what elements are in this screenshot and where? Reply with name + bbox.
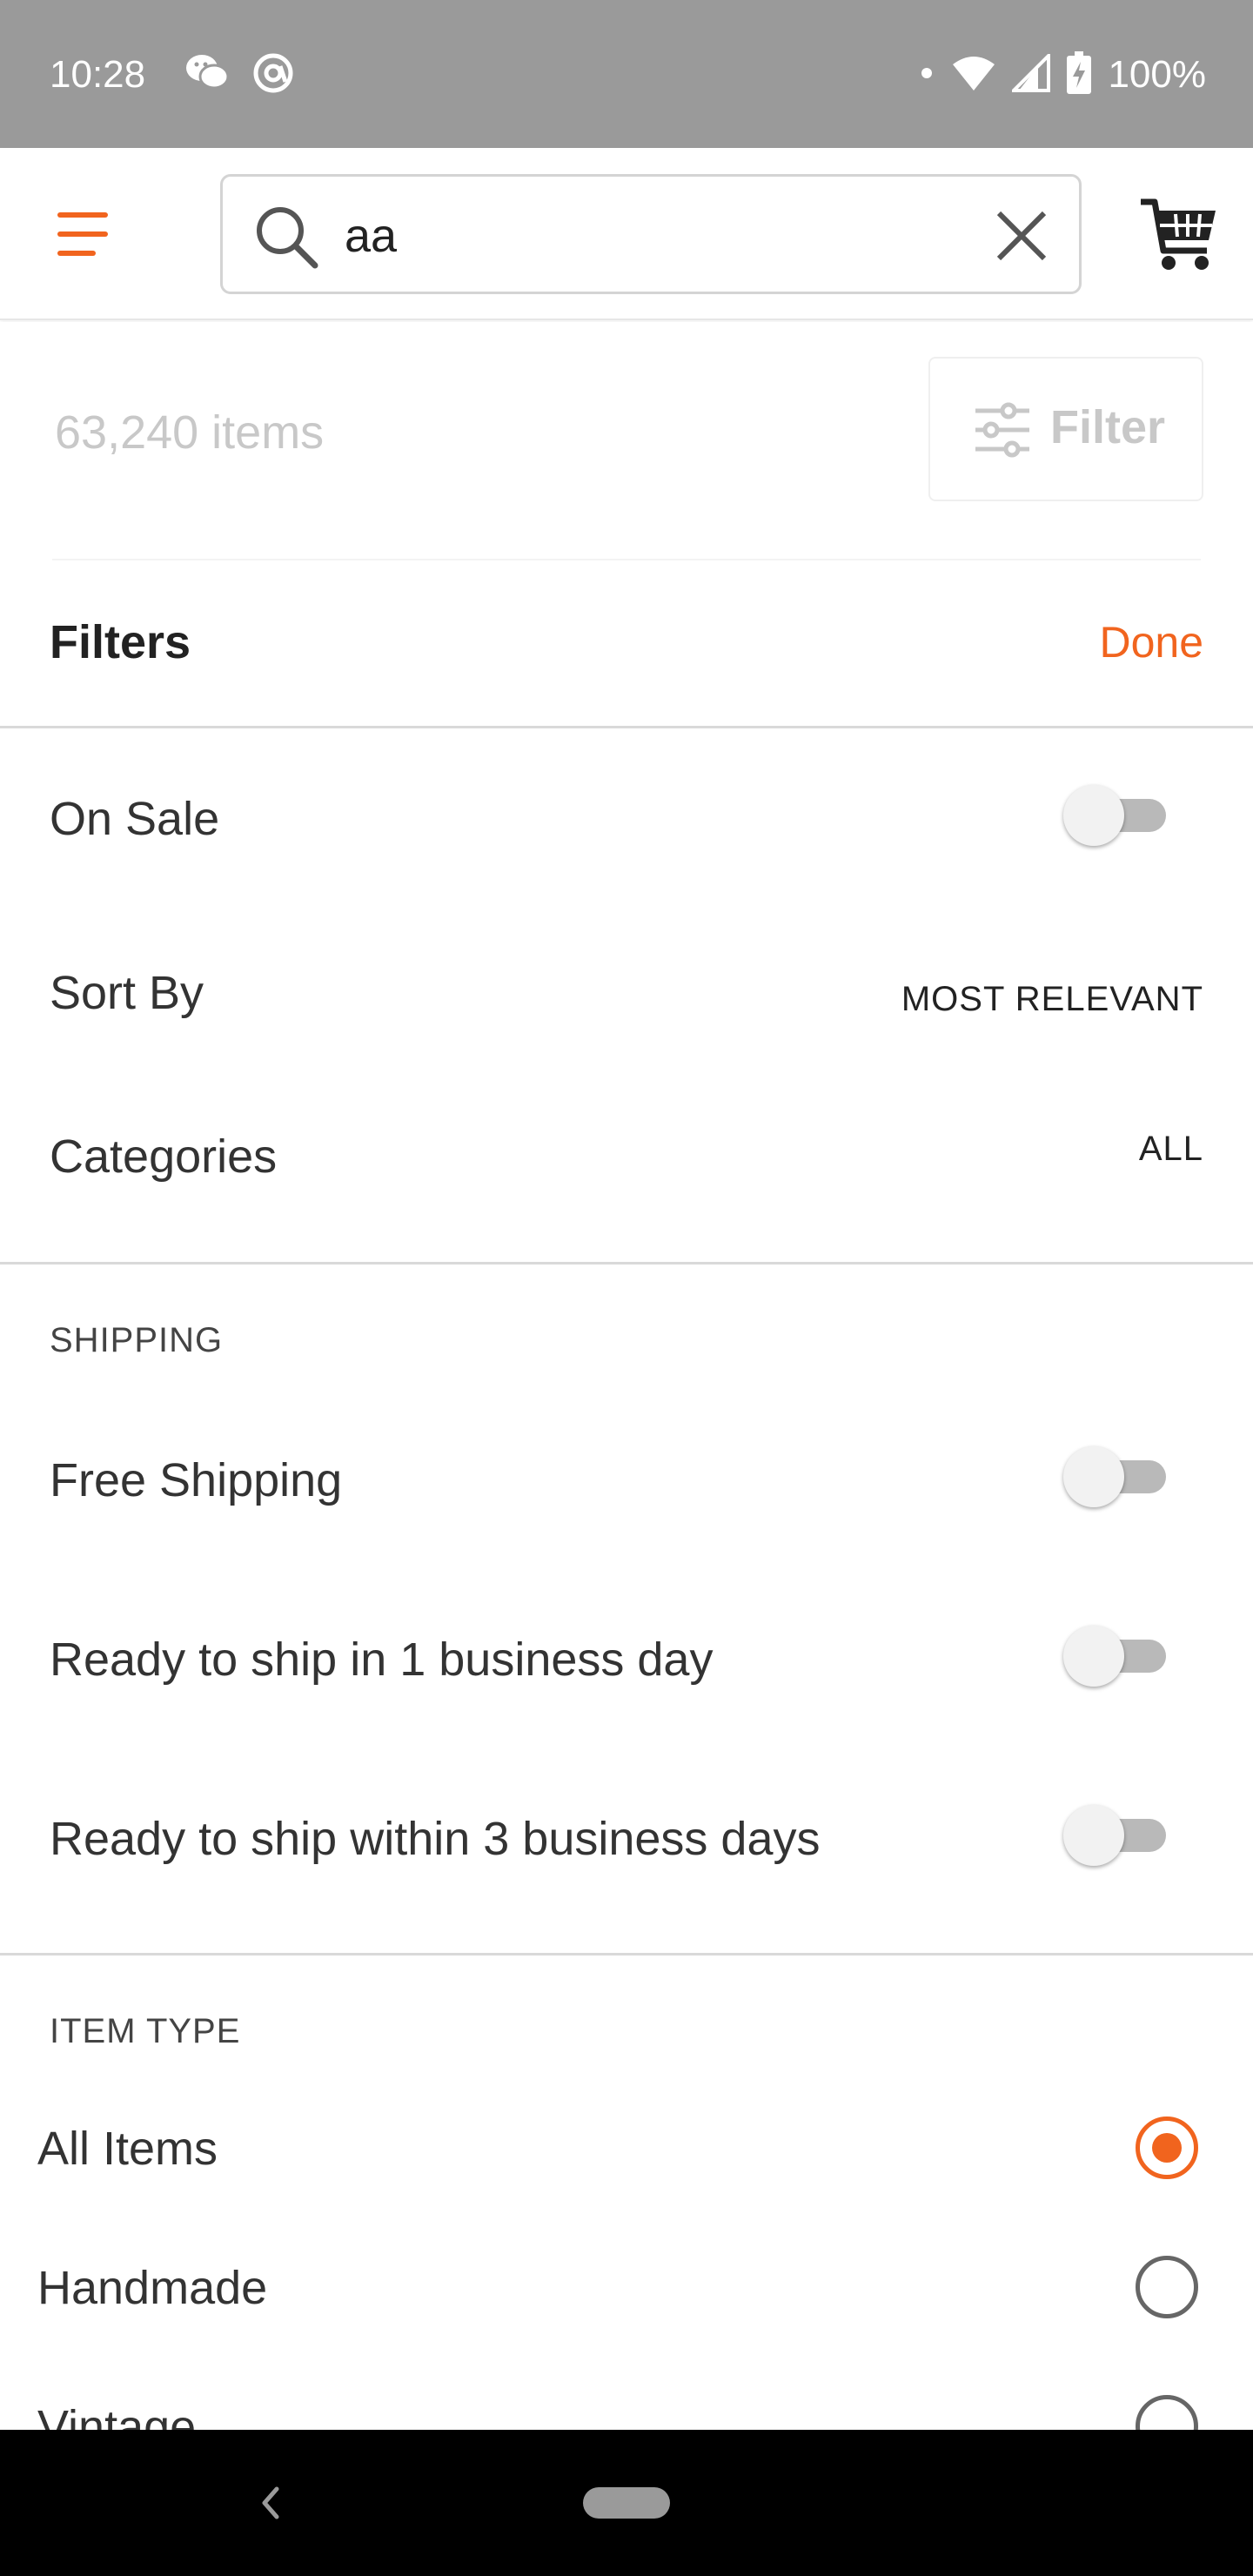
shipping-heading: SHIPPING (50, 1321, 224, 1359)
filter-button-label: Filter (1050, 401, 1166, 453)
free-shipping-label: Free Shipping (50, 1454, 343, 1506)
dot-icon (918, 64, 935, 86)
on-sale-label: On Sale (50, 793, 220, 845)
on-sale-toggle[interactable] (1063, 782, 1166, 848)
status-bar: 10:28 100% (0, 0, 1253, 148)
search-query[interactable]: aa (345, 208, 397, 264)
ship-3-days-toggle[interactable] (1063, 1801, 1166, 1868)
close-icon (996, 211, 1047, 261)
menu-icon (57, 212, 108, 218)
sliders-icon (974, 402, 1031, 462)
at-sign-icon (252, 52, 294, 98)
battery-charging-icon (1066, 50, 1092, 99)
app-bar: aa (0, 148, 1253, 320)
item-type-handmade-radio[interactable] (1136, 2256, 1198, 2318)
clear-search-button[interactable] (990, 205, 1053, 267)
ship-1-day-label: Ready to ship in 1 business day (50, 1633, 714, 1686)
ship-1-day-row[interactable]: Ready to ship in 1 business day (0, 1572, 1253, 1751)
navigation-bar (0, 2430, 1253, 2576)
categories-row[interactable]: Categories ALL (0, 1070, 1253, 1262)
on-sale-row[interactable]: On Sale (0, 731, 1253, 905)
cart-icon (1141, 198, 1216, 270)
done-button[interactable]: Done (1099, 617, 1203, 667)
categories-value[interactable]: ALL (1139, 1130, 1203, 1169)
back-icon[interactable] (252, 2477, 287, 2533)
section-divider (0, 1262, 1253, 1265)
sort-by-row[interactable]: Sort By MOST RELEVANT (0, 905, 1253, 1070)
item-type-vintage-row[interactable]: Vintage (0, 2358, 1253, 2430)
ship-3-days-row[interactable]: Ready to ship within 3 business days (0, 1751, 1253, 1930)
ship-3-days-label: Ready to ship within 3 business days (50, 1813, 821, 1865)
item-type-vintage-radio[interactable] (1136, 2395, 1198, 2430)
sort-by-label: Sort By (50, 967, 204, 1019)
wifi-icon (951, 54, 996, 97)
item-type-all-row[interactable]: All Items (0, 2080, 1253, 2219)
status-left-icons (184, 52, 294, 98)
ship-1-day-toggle[interactable] (1063, 1622, 1166, 1688)
free-shipping-row[interactable]: Free Shipping (0, 1392, 1253, 1566)
results-bar: 63,240 items Filter (0, 322, 1253, 561)
status-right-icons: 100% (918, 49, 1206, 101)
item-type-heading: ITEM TYPE (50, 2012, 241, 2050)
filter-button[interactable]: Filter (928, 357, 1203, 501)
status-time: 10:28 (50, 53, 146, 96)
wechat-icon (184, 52, 230, 98)
signal-icon (1009, 50, 1051, 97)
home-pill-icon[interactable] (583, 2487, 670, 2519)
item-type-vintage-label: Vintage (37, 2401, 197, 2430)
divider (52, 559, 1201, 560)
item-type-all-radio[interactable] (1136, 2116, 1198, 2179)
sort-by-value[interactable]: MOST RELEVANT (901, 980, 1203, 1019)
categories-label: Categories (50, 1130, 278, 1183)
free-shipping-toggle[interactable] (1063, 1443, 1166, 1509)
battery-percentage: 100% (1108, 53, 1206, 96)
cart-button[interactable] (1137, 193, 1221, 277)
menu-button[interactable] (50, 204, 120, 265)
filters-header: Filters Done (0, 561, 1253, 728)
search-icon (254, 205, 320, 275)
item-type-all-label: All Items (37, 2123, 218, 2175)
results-count: 63,240 items (55, 406, 325, 459)
section-divider (0, 1953, 1253, 1955)
item-type-handmade-label: Handmade (37, 2262, 268, 2314)
search-input[interactable]: aa (220, 174, 1082, 294)
filters-title: Filters (50, 616, 191, 668)
item-type-handmade-row[interactable]: Handmade (0, 2219, 1253, 2358)
